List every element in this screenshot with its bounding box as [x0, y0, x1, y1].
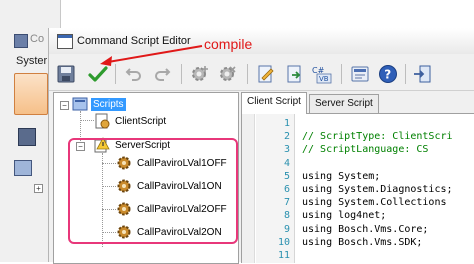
annotation-compile-label: compile [204, 36, 253, 52]
tab-client-script[interactable]: Client Script [241, 92, 307, 114]
